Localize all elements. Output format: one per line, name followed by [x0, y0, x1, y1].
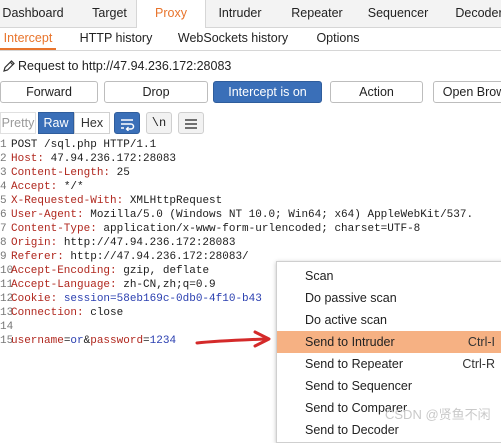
header-line: 12Cookie: session=58eb169c-0db0-4f10-b43 — [0, 293, 262, 305]
wrap-lines-button[interactable] — [114, 112, 140, 134]
tab-websockets-history[interactable]: WebSockets history — [172, 28, 294, 50]
tab-sequencer[interactable]: Sequencer — [360, 0, 436, 27]
menu-item-passive-scan[interactable]: Do passive scan — [277, 287, 501, 309]
hex-view-button[interactable]: Hex — [74, 112, 110, 134]
header-line: 7 Content-Type: application/x-www-form-ur… — [0, 223, 421, 235]
show-newlines-button[interactable]: \n — [146, 112, 172, 134]
header-line: 2 Host: 47.94.236.172:28083 — [0, 153, 177, 165]
request-line: 1 POST /sql.php HTTP/1.1 — [0, 139, 157, 151]
sub-tab-bar: Intercept HTTP history WebSockets histor… — [0, 28, 501, 51]
header-line: 11Accept-Language: zh-CN,zh;q=0.9 — [0, 279, 216, 291]
wrap-lines-icon — [121, 118, 135, 132]
menu-item-send-to-sequencer[interactable]: Send to Sequencer — [277, 375, 501, 397]
tab-intruder[interactable]: Intruder — [205, 0, 275, 27]
tab-options[interactable]: Options — [309, 28, 367, 50]
intercept-toggle-button[interactable]: Intercept is on — [213, 81, 322, 103]
tab-decoder[interactable]: Decoder — [449, 0, 501, 27]
pencil-icon — [3, 60, 15, 72]
raw-view-button[interactable]: Raw — [38, 112, 74, 134]
header-line: 8 Origin: http://47.94.236.172:28083 — [0, 237, 236, 249]
tab-dashboard[interactable]: Dashboard — [0, 0, 66, 27]
header-line: 3 Content-Length: 25 — [0, 167, 130, 179]
header-line: 6 User-Agent: Mozilla/5.0 (Windows NT 10.… — [0, 209, 474, 221]
tab-repeater[interactable]: Repeater — [282, 0, 352, 27]
forward-button[interactable]: Forward — [0, 81, 98, 103]
request-url: Request to http://47.94.236.172:28083 — [18, 59, 232, 73]
tab-proxy[interactable]: Proxy — [136, 0, 206, 28]
tab-intercept[interactable]: Intercept — [0, 28, 56, 50]
watermark: CSDN @贤鱼不闲 — [385, 407, 491, 422]
blank-line: 14 — [0, 321, 14, 333]
top-tab-bar: Dashboard Target Proxy Intruder Repeater… — [0, 0, 501, 28]
header-line: 13Connection: close — [0, 307, 124, 319]
menu-icon[interactable] — [178, 112, 204, 134]
annotation-arrow — [195, 330, 271, 348]
pretty-view-button[interactable]: Pretty — [0, 112, 36, 134]
header-line: 10Accept-Encoding: gzip, deflate — [0, 265, 210, 277]
menu-item-active-scan[interactable]: Do active scan — [277, 309, 501, 331]
menu-item-send-to-intruder[interactable]: Send to Intruder Ctrl-I — [277, 331, 501, 353]
menu-item-scan[interactable]: Scan — [277, 265, 501, 287]
header-line: 4 Accept: */* — [0, 181, 84, 193]
menu-item-send-to-repeater[interactable]: Send to Repeater Ctrl-R — [277, 353, 501, 375]
tab-http-history[interactable]: HTTP history — [74, 28, 158, 50]
body-line: 15username=or&password=1234 — [0, 335, 177, 347]
header-line: 5 X-Requested-With: XMLHttpRequest — [0, 195, 223, 207]
header-line: 9 Referer: http://47.94.236.172:28083/ — [0, 251, 249, 263]
open-browser-button[interactable]: Open Brow — [433, 81, 501, 103]
action-button[interactable]: Action — [330, 81, 423, 103]
drop-button[interactable]: Drop — [104, 81, 208, 103]
